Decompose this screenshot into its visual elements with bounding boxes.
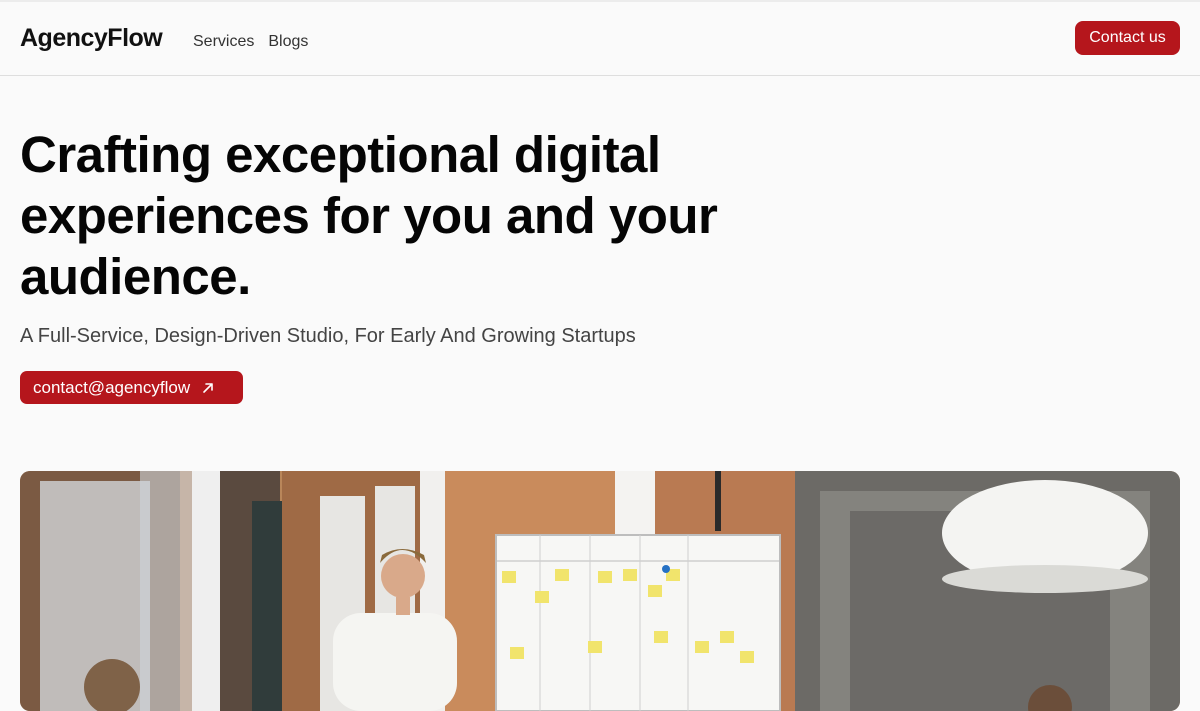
nav-links: Services Blogs bbox=[193, 33, 308, 51]
arrow-up-right-icon bbox=[203, 382, 213, 393]
hero-photo bbox=[20, 471, 1180, 711]
navbar-top-border bbox=[0, 0, 1200, 2]
hero-subtitle: A Full-Service, Design-Driven Studio, Fo… bbox=[20, 325, 636, 347]
email-button-label: contact@agencyflow bbox=[33, 377, 191, 397]
team-meeting-photo bbox=[20, 471, 1180, 711]
top-navbar: AgencyFlow Services Blogs Contact us bbox=[0, 0, 1200, 76]
brand-logo[interactable]: AgencyFlow bbox=[20, 24, 163, 53]
nav-link-services[interactable]: Services bbox=[193, 33, 254, 51]
hero-title: Crafting exceptional digital experiences… bbox=[20, 126, 718, 305]
email-contact-button[interactable]: contact@agencyflow bbox=[20, 371, 243, 404]
contact-us-button[interactable]: Contact us bbox=[1075, 21, 1180, 55]
nav-link-blogs[interactable]: Blogs bbox=[268, 33, 308, 51]
